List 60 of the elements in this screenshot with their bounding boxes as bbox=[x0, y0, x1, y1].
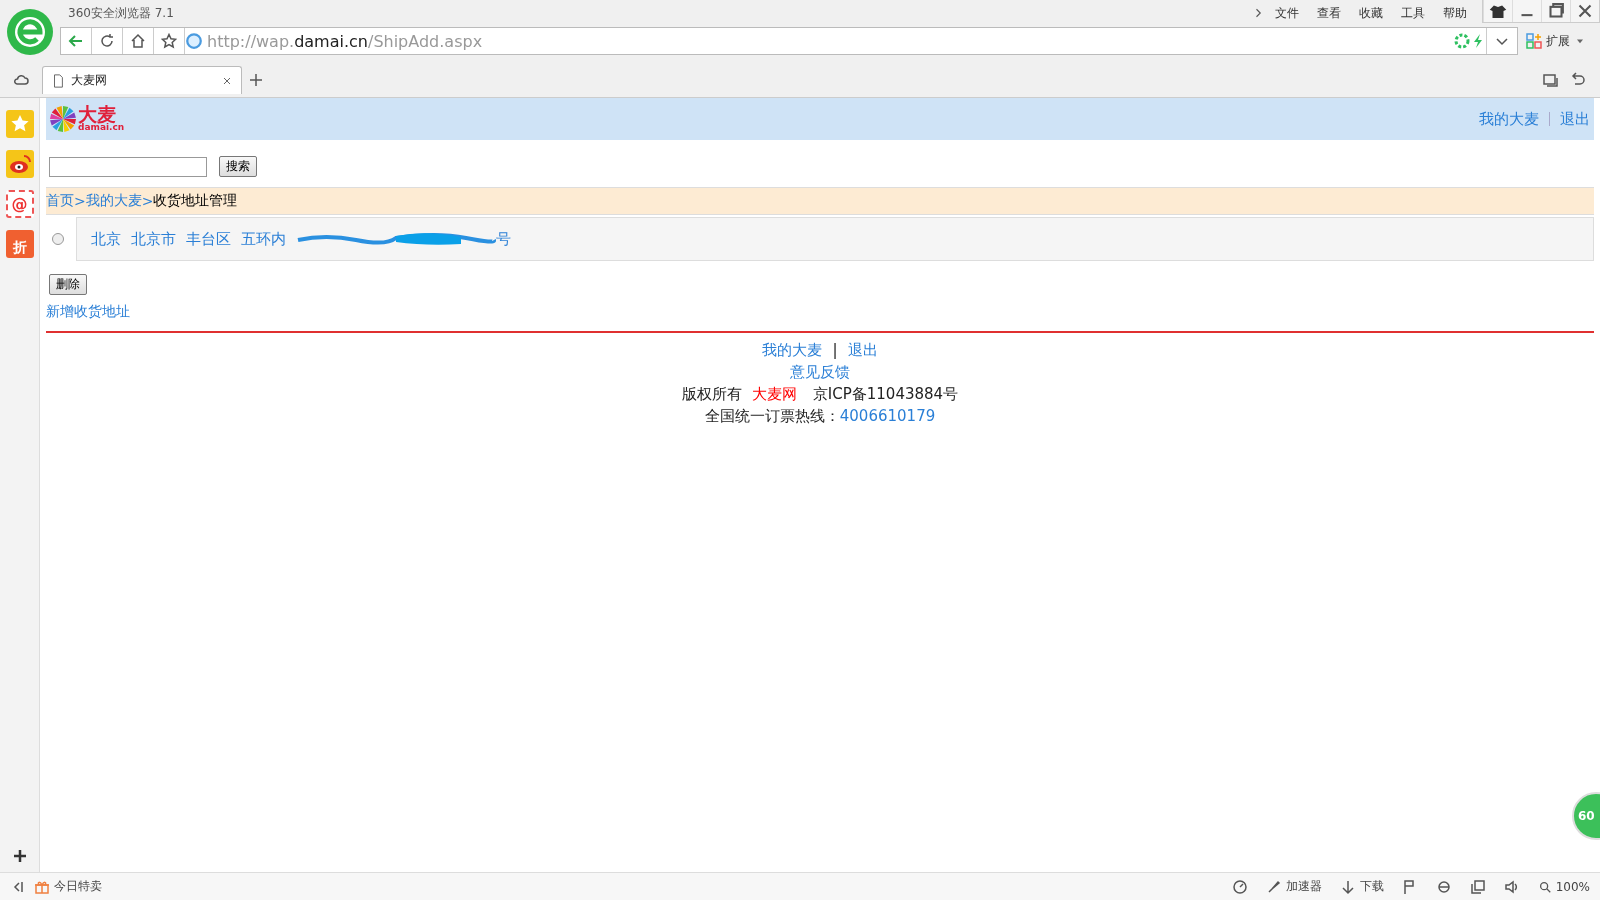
brand-link[interactable]: 大麦网 bbox=[751, 383, 797, 405]
breadcrumb-link[interactable]: 首页 bbox=[46, 192, 74, 210]
menu-item[interactable]: 收藏 bbox=[1352, 4, 1390, 22]
breadcrumb-current: 收货地址管理 bbox=[153, 192, 238, 210]
menu-item[interactable]: 查看 bbox=[1310, 4, 1348, 22]
add-address-link[interactable]: 新增收货地址 bbox=[46, 303, 130, 319]
back-icon[interactable] bbox=[68, 33, 84, 49]
search-button[interactable]: 搜索 bbox=[219, 156, 257, 177]
new-tab-icon[interactable] bbox=[248, 72, 264, 88]
window-title: 360安全浏览器 7.1 bbox=[67, 4, 175, 22]
footer-link[interactable]: 我的大麦 bbox=[762, 339, 823, 361]
feedback-link[interactable]: 意见反馈 bbox=[790, 361, 850, 383]
zoom-button[interactable]: 100% bbox=[1537, 879, 1590, 894]
footer-link[interactable]: 退出 bbox=[847, 339, 878, 361]
speed-icon[interactable] bbox=[1231, 878, 1248, 895]
delete-button[interactable]: 删除 bbox=[49, 274, 87, 295]
address-part: 五环内 bbox=[241, 229, 286, 249]
browser-tab[interactable]: 大麦网 bbox=[42, 66, 242, 94]
logo-domain: damai.cn bbox=[78, 123, 125, 132]
address-row[interactable]: 北京 北京市 丰台区 五环内 号 bbox=[76, 217, 1594, 261]
hotline-label: 全国统一订票热线： bbox=[704, 406, 840, 427]
reload-icon[interactable] bbox=[99, 33, 115, 49]
address-part: 北京市 bbox=[131, 229, 176, 249]
accelerator-button[interactable]: 加速器 bbox=[1265, 878, 1322, 895]
grid-icon bbox=[1526, 33, 1542, 49]
search-icon bbox=[1537, 879, 1552, 894]
breadcrumb-separator: > bbox=[141, 193, 154, 209]
download-button[interactable]: 下载 bbox=[1339, 878, 1384, 895]
mail-icon[interactable]: @ bbox=[5, 190, 34, 218]
address-part: 号 bbox=[496, 229, 511, 249]
cloud-icon[interactable] bbox=[13, 72, 29, 88]
window-icon[interactable] bbox=[1542, 72, 1558, 88]
breadcrumb-link[interactable]: 我的大麦 bbox=[85, 192, 142, 210]
globe-icon bbox=[185, 32, 203, 50]
address-radio[interactable] bbox=[52, 233, 64, 245]
menu-item[interactable]: 帮助 bbox=[1436, 4, 1474, 22]
copy-icon[interactable] bbox=[1469, 878, 1486, 895]
home-icon[interactable] bbox=[130, 33, 146, 49]
page-icon bbox=[51, 73, 65, 88]
add-icon[interactable] bbox=[11, 848, 28, 864]
address-part: 丰台区 bbox=[186, 229, 231, 249]
menu-item[interactable]: 文件 bbox=[1268, 4, 1306, 22]
logo-text: 大麦 bbox=[78, 106, 116, 123]
breadcrumb-separator: > bbox=[74, 193, 86, 209]
menu-item[interactable]: 工具 bbox=[1394, 4, 1432, 22]
weibo-icon[interactable] bbox=[5, 150, 34, 178]
extensions-button[interactable]: 扩展 bbox=[1526, 32, 1586, 50]
star-outline-icon[interactable] bbox=[161, 33, 177, 49]
copyright-text: 版权所有 bbox=[681, 384, 742, 405]
daily-deals-button[interactable]: 今日特卖 bbox=[34, 878, 102, 895]
browser-logo-icon[interactable] bbox=[6, 8, 54, 56]
speaker-icon[interactable] bbox=[1503, 878, 1520, 895]
undo-icon[interactable] bbox=[1570, 72, 1586, 88]
icp-text: 京ICP备11043884号 bbox=[812, 384, 959, 405]
search-field[interactable] bbox=[49, 156, 207, 177]
download-icon bbox=[1339, 878, 1356, 895]
hotline-number: 4006610179 bbox=[839, 406, 936, 427]
footer-separator: | bbox=[832, 340, 838, 361]
flower-logo-icon bbox=[50, 106, 76, 132]
address-part: 北京 bbox=[91, 229, 121, 249]
